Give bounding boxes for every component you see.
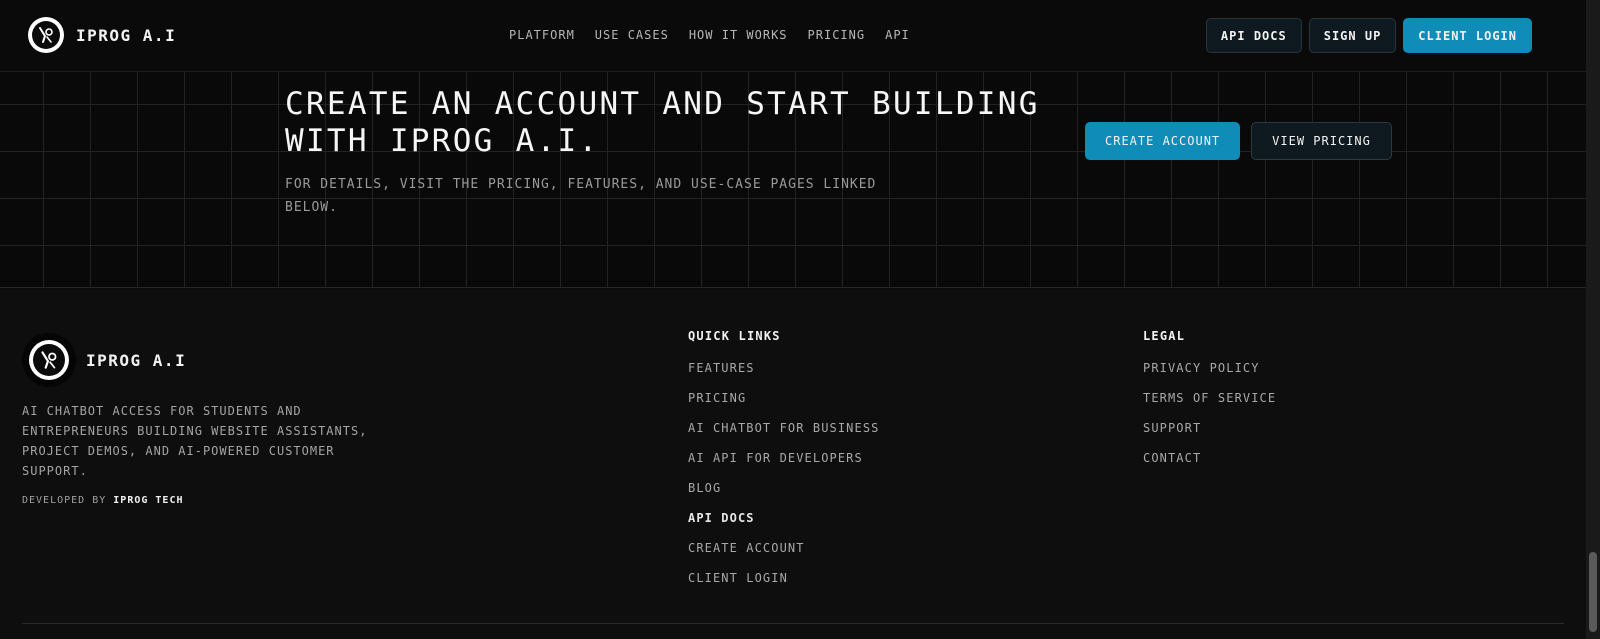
footer-link-terms-of-service[interactable]: TERMS OF SERVICE <box>1143 391 1276 421</box>
main-nav: PLATFORM USE CASES HOW IT WORKS PRICING … <box>509 28 910 42</box>
footer-logo-icon <box>22 333 76 387</box>
legal-column: LEGAL PRIVACY POLICY TERMS OF SERVICE SU… <box>1143 329 1276 481</box>
create-account-button[interactable]: CREATE ACCOUNT <box>1085 122 1241 160</box>
brand[interactable]: IPROG A.I <box>28 17 176 53</box>
nav-api[interactable]: API <box>885 28 910 42</box>
site-header: IPROG A.I PLATFORM USE CASES HOW IT WORK… <box>0 0 1586 72</box>
footer-link-ai-chatbot-for-business[interactable]: AI CHATBOT FOR BUSINESS <box>688 421 879 451</box>
developed-by-label: DEVELOPED BY <box>22 495 107 506</box>
cta-title-line2: WITH IPROG A.I. <box>285 123 600 159</box>
footer-brand-name: IPROG A.I <box>86 350 187 370</box>
nav-platform[interactable]: PLATFORM <box>509 28 575 42</box>
brand-name: IPROG A.I <box>76 25 177 45</box>
sign-up-button[interactable]: SIGN UP <box>1308 18 1397 53</box>
footer-link-blog[interactable]: BLOG <box>688 481 879 511</box>
footer-link-pricing[interactable]: PRICING <box>688 391 879 421</box>
developed-by: DEVELOPED BY IPROG TECH <box>22 495 184 506</box>
cta-title: CREATE AN ACCOUNT AND START BUILDING WIT… <box>285 86 1065 160</box>
scrollbar-thumb[interactable] <box>1589 552 1597 632</box>
developer-name: IPROG TECH <box>113 495 184 506</box>
nav-how-it-works[interactable]: HOW IT WORKS <box>689 28 788 42</box>
quick-links-title: QUICK LINKS <box>688 329 781 343</box>
footer-divider <box>22 623 1564 624</box>
page-scrollbar[interactable] <box>1586 0 1600 639</box>
nav-use-cases[interactable]: USE CASES <box>595 28 669 42</box>
logo-icon <box>28 17 64 53</box>
footer-brand[interactable]: IPROG A.I <box>22 333 186 387</box>
footer-link-support[interactable]: SUPPORT <box>1143 421 1276 451</box>
header-actions: API DOCS SIGN UP CLIENT LOGIN <box>1205 18 1532 53</box>
site-footer: IPROG A.I AI CHATBOT ACCESS FOR STUDENTS… <box>0 289 1586 639</box>
legal-title: LEGAL <box>1143 329 1186 343</box>
cta-section: CREATE AN ACCOUNT AND START BUILDING WIT… <box>0 72 1586 288</box>
footer-link-ai-api-for-developers[interactable]: AI API FOR DEVELOPERS <box>688 451 879 481</box>
footer-link-privacy-policy[interactable]: PRIVACY POLICY <box>1143 361 1276 391</box>
cta-subtitle: FOR DETAILS, VISIT THE PRICING, FEATURES… <box>285 177 877 215</box>
api-docs-button[interactable]: API DOCS <box>1205 18 1302 53</box>
footer-link-create-account[interactable]: CREATE ACCOUNT <box>688 541 879 571</box>
client-login-button[interactable]: CLIENT LOGIN <box>1403 18 1532 53</box>
nav-pricing[interactable]: PRICING <box>808 28 866 42</box>
quick-links-column: QUICK LINKS FEATURES PRICING AI CHATBOT … <box>688 329 879 601</box>
footer-link-client-login[interactable]: CLIENT LOGIN <box>688 571 879 601</box>
cta-buttons: CREATE ACCOUNT VIEW PRICING <box>1085 122 1392 160</box>
footer-description: AI CHATBOT ACCESS FOR STUDENTS AND ENTRE… <box>22 404 368 478</box>
footer-link-contact[interactable]: CONTACT <box>1143 451 1276 481</box>
footer-link-features[interactable]: FEATURES <box>688 361 879 391</box>
footer-link-api-docs[interactable]: API DOCS <box>688 511 879 541</box>
cta-title-line1: CREATE AN ACCOUNT AND START BUILDING <box>285 86 1040 122</box>
view-pricing-button[interactable]: VIEW PRICING <box>1251 122 1392 160</box>
